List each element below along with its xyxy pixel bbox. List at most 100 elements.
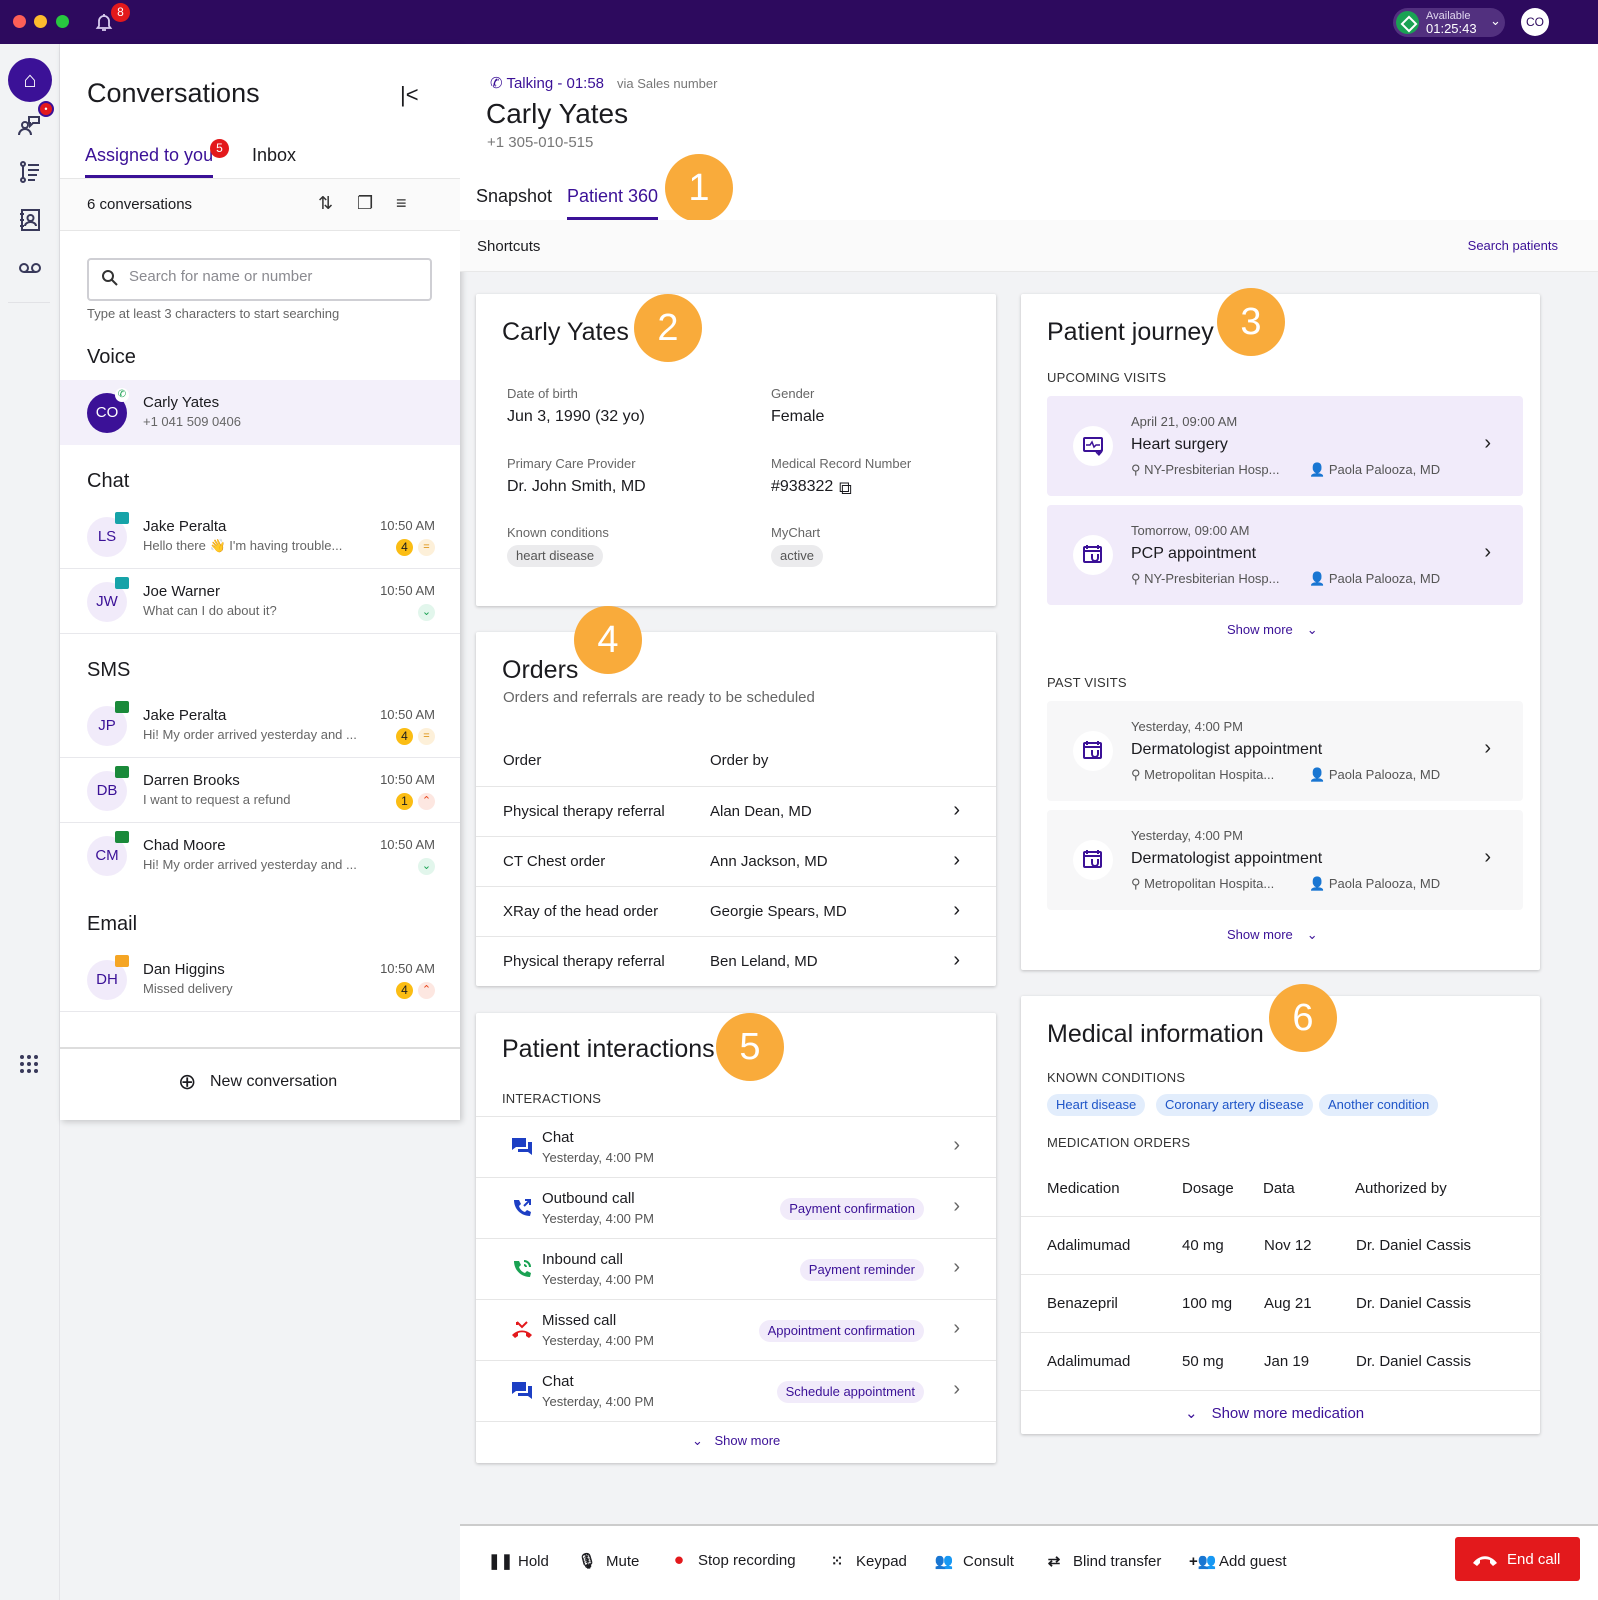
upcoming-visit-item[interactable]: Tomorrow, 09:00 AM PCP appointment ⚲ NY-…: [1047, 505, 1523, 605]
interaction-row[interactable]: Outbound call Yesterday, 4:00 PM Payment …: [476, 1177, 996, 1238]
apps-grid-icon[interactable]: [19, 1054, 39, 1074]
close-window-button[interactable]: [13, 15, 26, 28]
interactions-show-more[interactable]: ⌄ Show more: [692, 1433, 780, 1449]
availability-status-dropdown[interactable]: Available 01:25:43 ⌄: [1393, 8, 1505, 37]
past-visit-item[interactable]: Yesterday, 4:00 PM Dermatologist appoint…: [1047, 701, 1523, 801]
rail-divider: [8, 302, 50, 303]
voicemail-icon[interactable]: [16, 256, 44, 284]
order-row[interactable]: Physical therapy referral Alan Dean, MD ›: [476, 786, 996, 836]
copy-icon[interactable]: ⧉: [839, 478, 852, 499]
upcoming-show-more[interactable]: Show more ⌄: [1227, 622, 1318, 638]
conversation-item[interactable]: DB Darren Brooks I want to request a ref…: [60, 758, 460, 823]
chevron-right-icon: ›: [953, 1134, 960, 1156]
orders-col-order-by: Order by: [710, 752, 769, 769]
conversation-item[interactable]: DH Dan Higgins Missed delivery 10:50 AM …: [60, 947, 460, 1012]
filter-icon[interactable]: ≡: [396, 193, 407, 214]
tab-patient-360[interactable]: Patient 360: [567, 186, 659, 220]
gender-label: Gender: [771, 386, 815, 401]
assigned-badge: 5: [210, 139, 229, 158]
conversation-item[interactable]: JP Jake Peralta Hi! My order arrived yes…: [60, 693, 460, 758]
conversation-item[interactable]: CM Chad Moore Hi! My order arrived yeste…: [60, 823, 460, 888]
conversation-item[interactable]: CO ✆ Carly Yates +1 041 509 0406: [60, 380, 460, 445]
contacts-icon[interactable]: [16, 208, 44, 236]
tab-inbox[interactable]: Inbox: [252, 145, 296, 166]
priority-low-icon: ⌄: [418, 604, 435, 621]
conversation-item[interactable]: JW Joe Warner What can I do about it? 10…: [60, 569, 460, 634]
condition-chip: heart disease: [507, 545, 604, 567]
phone-in-call-icon: ✆: [490, 75, 507, 92]
keypad-button[interactable]: ⁙ Keypad: [826, 1552, 907, 1570]
search-input[interactable]: [129, 268, 419, 285]
chat-icon: [512, 1382, 532, 1399]
collapse-panel-icon[interactable]: |<: [400, 82, 419, 108]
tab-snapshot[interactable]: Snapshot: [476, 186, 552, 207]
show-more-medication[interactable]: ⌄ Show more medication: [1185, 1404, 1364, 1422]
search-patients-link[interactable]: Search patients: [1468, 238, 1558, 253]
chevron-down-icon: ⌄: [1306, 622, 1318, 637]
maximize-window-button[interactable]: [56, 15, 69, 28]
interaction-row[interactable]: Chat Yesterday, 4:00 PM Schedule appointm…: [476, 1360, 996, 1421]
order-row[interactable]: Physical therapy referral Ben Leland, MD ›: [476, 936, 996, 986]
heart-monitor-icon: [1073, 426, 1113, 466]
pcp-label: Primary Care Provider: [507, 456, 636, 471]
stop-record-icon: ⏺: [675, 1552, 683, 1569]
order-row[interactable]: CT Chest order Ann Jackson, MD ›: [476, 836, 996, 886]
location-pin-icon: ⚲: [1131, 462, 1145, 477]
user-avatar[interactable]: CO: [1521, 8, 1549, 36]
mute-button[interactable]: 🎙︎ Mute: [576, 1552, 639, 1570]
med-col-data: Data: [1263, 1180, 1295, 1197]
medication-orders-caption: MEDICATION ORDERS: [1047, 1135, 1191, 1150]
medication-row: Adalimumad 40 mg Nov 12 Dr. Daniel Cassis: [1021, 1216, 1541, 1274]
past-show-more[interactable]: Show more ⌄: [1227, 927, 1318, 943]
calendar-stethoscope-icon: [1073, 840, 1113, 880]
condition-chip: Heart disease: [1047, 1094, 1146, 1116]
tab-assigned-to-you[interactable]: Assigned to you: [85, 145, 214, 178]
upcoming-visit-item[interactable]: April 21, 09:00 AM Heart surgery ⚲ NY-Pr…: [1047, 396, 1523, 496]
sort-icon[interactable]: ⇅: [318, 193, 333, 214]
interaction-row[interactable]: Missed call Yesterday, 4:00 PM Appointmen…: [476, 1299, 996, 1360]
interaction-row[interactable]: Chat Yesterday, 4:00 PM ›: [476, 1116, 996, 1177]
search-box: [87, 258, 432, 301]
order-row[interactable]: XRay of the head order Georgie Spears, MD…: [476, 886, 996, 936]
stop-recording-button[interactable]: ⏺ Stop recording: [668, 1552, 795, 1569]
past-visit-item[interactable]: Yesterday, 4:00 PM Dermatologist appoint…: [1047, 810, 1523, 910]
conversations-icon[interactable]: [16, 112, 44, 140]
contact-name: Darren Brooks: [143, 772, 240, 789]
timestamp: 10:50 AM: [380, 837, 435, 852]
priority-high-icon: ⌃: [418, 793, 435, 810]
conditions-label: Known conditions: [507, 525, 609, 540]
add-guest-button[interactable]: +👥 Add guest: [1189, 1552, 1287, 1570]
med-col-authorized: Authorized by: [1355, 1180, 1447, 1197]
annotation-marker: 6: [1269, 984, 1337, 1052]
sms-channel-icon: [115, 831, 129, 843]
home-icon[interactable]: ⌂: [8, 58, 52, 102]
plus-circle-icon: ⊕: [178, 1069, 197, 1094]
interaction-tag: Payment confirmation: [780, 1198, 924, 1220]
hold-button[interactable]: ❚❚ Hold: [488, 1552, 549, 1570]
keypad-icon: ⁙: [830, 1553, 844, 1570]
select-icon[interactable]: ❐: [357, 193, 373, 214]
timestamp: 10:50 AM: [380, 707, 435, 722]
section-sms: SMS: [87, 659, 131, 681]
contact-phone: +1 041 509 0406: [143, 414, 241, 429]
interaction-row[interactable]: Inbound call Yesterday, 4:00 PM Payment r…: [476, 1238, 996, 1299]
consult-button[interactable]: 👥 Consult: [933, 1552, 1014, 1570]
unread-count: 4: [396, 728, 413, 745]
minimize-window-button[interactable]: [34, 15, 47, 28]
patient-name: Carly Yates: [502, 318, 629, 346]
timestamp: 10:50 AM: [380, 518, 435, 533]
tasks-icon[interactable]: [16, 160, 44, 188]
end-call-button[interactable]: End call: [1455, 1537, 1580, 1581]
mychart-label: MyChart: [771, 525, 821, 540]
message-preview: Hi! My order arrived yesterday and ...: [143, 857, 357, 872]
person-icon: 👤: [1309, 876, 1329, 891]
contact-name: Chad Moore: [143, 837, 226, 854]
conversation-item[interactable]: LS Jake Peralta Hello there 👋 I'm having…: [60, 504, 460, 569]
timestamp: 10:50 AM: [380, 772, 435, 787]
new-conversation-button[interactable]: ⊕ New conversation: [60, 1047, 460, 1120]
annotation-marker: 3: [1217, 288, 1285, 356]
bell-icon[interactable]: [95, 12, 113, 32]
gender-value: Female: [771, 408, 825, 425]
blind-transfer-button[interactable]: ⇄ Blind transfer: [1043, 1552, 1162, 1570]
interaction-tag: Payment reminder: [799, 1259, 924, 1281]
